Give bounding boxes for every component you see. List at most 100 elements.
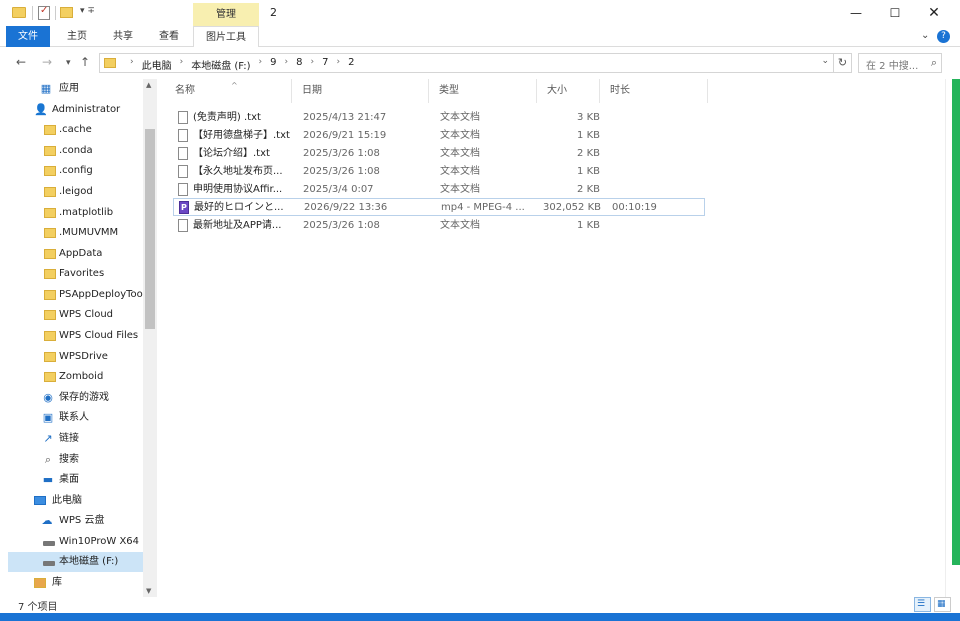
file-row[interactable]: 最新地址及APP请... 2025/3/26 1:08 文本文档 1 KB [173, 217, 705, 235]
expand-ribbon-chevron-icon[interactable]: ⌄ [921, 30, 929, 41]
nav-item-folder[interactable]: .cache [8, 120, 143, 140]
search-input[interactable]: 在 2 中搜... [866, 57, 918, 72]
tab-file[interactable]: 文件 [6, 26, 50, 47]
address-history-dropdown[interactable]: ⌄ [821, 56, 829, 66]
manage-contextual-tab[interactable]: 管理 [193, 3, 259, 26]
breadcrumb-separator-icon[interactable]: › [180, 57, 184, 72]
file-row[interactable]: 【好用德盘梯子】.txt 2026/9/21 15:19 文本文档 1 KB [173, 127, 705, 145]
breadcrumb-item[interactable]: 此电脑 [142, 57, 172, 72]
ribbon-tabs: 文件 主页 共享 查看 图片工具 ⌄ ? [0, 26, 960, 47]
folder-icon [44, 125, 56, 135]
nav-item-folder[interactable]: WPS Cloud Files [8, 326, 143, 346]
file-size: 1 KB [577, 220, 600, 231]
file-date: 2026/9/21 15:19 [303, 130, 387, 141]
file-row[interactable]: 【永久地址发布页... 2025/3/26 1:08 文本文档 1 KB [173, 163, 705, 181]
nav-item-folder[interactable]: .MUMUVMM [8, 223, 143, 243]
breadcrumb-separator-icon[interactable]: › [285, 57, 289, 72]
apps-icon: ▦ [40, 82, 52, 95]
column-header-date[interactable]: 日期 [292, 79, 429, 103]
nav-item-folder[interactable]: Zomboid [8, 367, 143, 387]
file-row[interactable]: 【论坛介绍】.txt 2025/3/26 1:08 文本文档 2 KB [173, 145, 705, 163]
nav-item-folder[interactable]: Favorites [8, 264, 143, 284]
nav-item-folder[interactable]: AppData [8, 244, 143, 264]
minimize-button[interactable]: — [838, 2, 874, 24]
breadcrumb-item[interactable]: 7 [322, 57, 328, 72]
sidebar-scrollbar[interactable]: ▲ ▼ [143, 79, 157, 597]
column-header-type[interactable]: 类型 [429, 79, 537, 103]
taskbar-edge [0, 613, 960, 621]
tab-view[interactable]: 查看 [150, 26, 188, 47]
column-header-duration[interactable]: 时长 [600, 79, 708, 103]
breadcrumb-item[interactable]: 9 [270, 57, 276, 72]
tab-share[interactable]: 共享 [104, 26, 142, 47]
breadcrumb-item[interactable]: 本地磁盘 (F:) [191, 57, 250, 72]
customize-quick-access-button[interactable]: ▾ ∓ [80, 6, 95, 20]
file-row[interactable]: 申明使用协议Affir... 2025/3/4 0:07 文本文档 2 KB [173, 181, 705, 199]
nav-item-folder[interactable]: .config [8, 161, 143, 181]
nav-item-folder[interactable]: PSAppDeployToo [8, 285, 143, 305]
search-box[interactable]: 在 2 中搜... ⌕ [858, 53, 942, 73]
breadcrumb-separator-icon[interactable]: › [259, 57, 263, 72]
nav-item-saved-games[interactable]: ◉ 保存的游戏 [8, 388, 143, 408]
breadcrumb-item[interactable]: 8 [296, 57, 302, 72]
nav-item-apps[interactable]: ▦ 应用 [8, 79, 143, 99]
navigation-pane: ▦ 应用 👤 Administrator .cache .conda .conf… [0, 79, 157, 597]
details-view-button[interactable]: ☰ [914, 597, 931, 612]
nav-item-folder[interactable]: .leigod [8, 182, 143, 202]
nav-item-contacts[interactable]: ▣ 联系人 [8, 408, 143, 428]
large-icons-view-button[interactable]: ▦ [934, 597, 951, 612]
text-file-icon [178, 147, 188, 160]
close-button[interactable]: ✕ [916, 2, 952, 24]
file-row[interactable]: (免责声明) .txt 2025/4/13 21:47 文本文档 3 KB [173, 109, 705, 127]
nav-item-wps-cloud-drive[interactable]: ☁ WPS 云盘 [8, 511, 143, 531]
forward-button[interactable]: → [42, 55, 52, 69]
scroll-up-icon[interactable]: ▲ [146, 81, 151, 89]
nav-item-searches[interactable]: ⌕ 搜索 [8, 450, 143, 470]
back-button[interactable]: ← [16, 55, 26, 69]
nav-item-label: AppData [59, 248, 103, 259]
breadcrumb-separator-icon[interactable]: › [337, 57, 341, 72]
tab-picture-tools[interactable]: 图片工具 [193, 26, 259, 47]
scroll-down-icon[interactable]: ▼ [146, 587, 151, 595]
address-bar[interactable]: › 此电脑 › 本地磁盘 (F:) › 9 › 8 › 7 › 2 ⌄ [99, 53, 834, 73]
folder-icon [44, 372, 56, 382]
column-header-size[interactable]: 大小 [537, 79, 600, 103]
help-icon[interactable]: ? [937, 30, 950, 43]
nav-item-administrator[interactable]: 👤 Administrator [8, 100, 143, 120]
up-button[interactable]: ↑ [80, 55, 90, 69]
file-row-highlighted[interactable]: 最好的ヒロインと... 2026/9/22 13:36 mp4 - MPEG-4… [173, 198, 705, 217]
folder-icon [104, 58, 116, 68]
nav-item-folder[interactable]: WPS Cloud [8, 305, 143, 325]
text-file-icon [178, 129, 188, 142]
nav-item-drive[interactable]: Win10ProW X64 [8, 532, 143, 552]
tab-home[interactable]: 主页 [58, 26, 96, 47]
nav-item-folder[interactable]: WPSDrive [8, 347, 143, 367]
nav-item-libraries[interactable]: 库 [8, 573, 143, 593]
drive-icon [43, 561, 55, 566]
nav-item-folder[interactable]: .conda [8, 141, 143, 161]
file-name: 【好用德盘梯子】.txt [193, 130, 290, 141]
nav-item-links[interactable]: ↗ 链接 [8, 429, 143, 449]
file-type: 文本文档 [440, 166, 480, 177]
large-icons-view-icon: ▦ [937, 599, 946, 609]
nav-item-drive-selected[interactable]: 本地磁盘 (F:) [8, 552, 143, 572]
folder-icon [44, 352, 56, 362]
column-header-name[interactable]: ^ 名称 [165, 79, 292, 103]
nav-item-desktop[interactable]: ▬ 桌面 [8, 470, 143, 490]
item-count: 7 个项目 [18, 602, 58, 613]
nav-item-label: .config [59, 165, 93, 176]
refresh-button[interactable]: ↻ [834, 53, 852, 73]
recent-locations-button[interactable]: ▾ [66, 58, 71, 68]
nav-item-this-pc[interactable]: 此电脑 [8, 491, 143, 511]
file-type: 文本文档 [440, 148, 480, 159]
separator [32, 6, 33, 20]
breadcrumb: › 此电脑 › 本地磁盘 (F:) › 9 › 8 › 7 › 2 [122, 57, 354, 72]
search-icon[interactable]: ⌕ [931, 56, 937, 70]
nav-item-folder[interactable]: .matplotlib [8, 203, 143, 223]
scrollbar-thumb[interactable] [145, 129, 155, 329]
maximize-button[interactable]: ☐ [877, 2, 913, 24]
properties-icon[interactable] [38, 5, 50, 20]
breadcrumb-separator-icon[interactable]: › [311, 57, 315, 72]
breadcrumb-item[interactable]: 2 [348, 57, 354, 72]
new-folder-icon[interactable] [60, 7, 73, 18]
